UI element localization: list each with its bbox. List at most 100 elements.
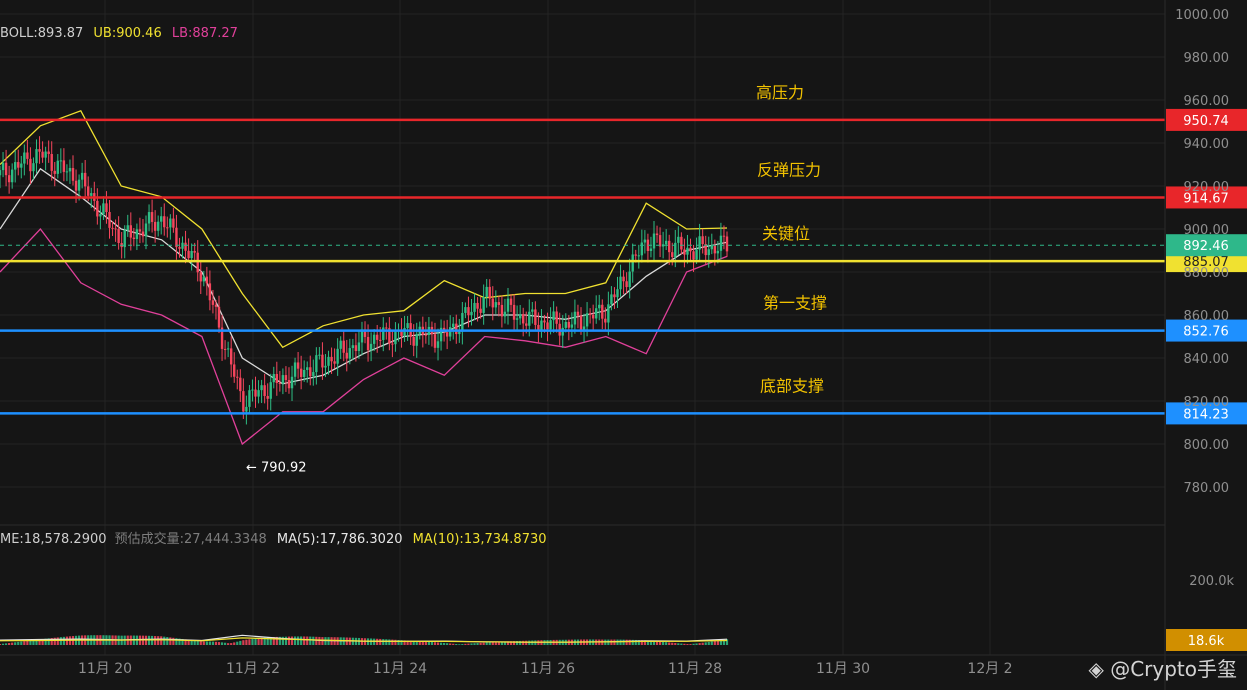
volume-bar <box>26 640 29 645</box>
candle-body <box>132 237 136 240</box>
candle-body <box>278 382 282 384</box>
candle-body <box>275 374 279 383</box>
volume-bar <box>628 639 631 645</box>
candle-body <box>604 318 607 323</box>
volume-bar <box>683 643 686 645</box>
volume-bar <box>196 640 199 645</box>
volume-bar <box>233 642 236 645</box>
volume-bar <box>169 637 172 645</box>
candle-body <box>598 304 601 309</box>
candle-body <box>716 250 720 254</box>
volume-bar <box>59 637 62 645</box>
price-tick-label: 920.00 <box>1184 180 1230 195</box>
candle-body <box>625 281 628 288</box>
candle-body <box>7 175 11 183</box>
candle-body <box>515 318 519 320</box>
price-tick-label: 840.00 <box>1184 352 1230 367</box>
candle-body <box>10 169 14 183</box>
volume-bar <box>689 644 692 645</box>
candle-body <box>549 320 552 330</box>
volume-bar <box>245 639 248 645</box>
volume-bar <box>671 642 674 645</box>
date-tick-label: 11月 20 <box>78 661 132 677</box>
candle-body <box>71 168 75 181</box>
date-tick-label: 12月 2 <box>967 661 1012 677</box>
price-tick-label: 780.00 <box>1184 481 1230 496</box>
candle-body <box>269 382 272 399</box>
candle-body <box>111 227 114 229</box>
candle-body <box>369 343 373 351</box>
volume-bar <box>62 636 65 645</box>
candle-body <box>668 240 671 253</box>
volume-bar <box>318 636 321 645</box>
volume-legend: ME:18,578.2900 预估成交量:27,444.3348 MA(5):1… <box>0 528 547 547</box>
candle-body <box>284 375 288 381</box>
candle-body <box>102 203 105 214</box>
candle-body <box>695 249 698 260</box>
volume-bar <box>284 636 288 645</box>
candle-body <box>591 314 595 319</box>
candle-body <box>467 307 470 316</box>
candle-body <box>147 212 151 224</box>
candle-body <box>153 221 157 231</box>
candle-body <box>573 311 577 325</box>
estimated-volume: 预估成交量:27,444.3348 <box>114 532 267 547</box>
candle-body <box>461 312 464 332</box>
volume-bar <box>20 641 23 645</box>
volume-bar <box>436 642 440 645</box>
candle-body <box>217 306 221 328</box>
volume-bar <box>8 642 11 645</box>
candle-body <box>485 286 488 298</box>
volume-bar <box>379 638 382 645</box>
candle-body <box>482 297 485 313</box>
volume-tick-label: 200.0k <box>1189 574 1234 589</box>
boll-value: BOLL:893.87 <box>0 26 84 41</box>
candle-body <box>175 227 178 248</box>
volume-bar <box>309 636 312 645</box>
volume-bar <box>662 641 665 645</box>
candle-body <box>229 348 233 365</box>
volume-bar <box>522 640 525 645</box>
candle-body <box>671 252 674 257</box>
chart-canvas[interactable]: ← 790.92 高压力950.74反弹压力914.67关键位885.07第一支… <box>0 0 1247 690</box>
candle-body <box>613 294 616 298</box>
price-tick-label: 860.00 <box>1184 309 1230 324</box>
candle-body <box>65 171 69 173</box>
candle-body <box>4 162 8 176</box>
candle-body <box>287 380 291 389</box>
candle-body <box>77 179 81 191</box>
volume-bar <box>297 636 300 645</box>
candle-body <box>403 328 406 336</box>
candle-body <box>391 343 394 345</box>
volume-bar <box>293 636 297 645</box>
candle-body <box>683 249 686 255</box>
candle-body <box>680 236 683 250</box>
volume-bar <box>710 641 713 645</box>
volume-bar <box>160 636 163 645</box>
candle-body <box>318 354 321 356</box>
candle-body <box>567 321 571 328</box>
volume-bar <box>446 643 449 645</box>
candle-body <box>169 218 172 228</box>
candle-body <box>68 168 72 172</box>
volume-value: ME:18,578.2900 <box>0 532 107 547</box>
price-tick-label: 960.00 <box>1184 94 1230 109</box>
volume-bar <box>154 636 157 645</box>
candle-body <box>637 255 640 257</box>
candle-body <box>543 320 546 323</box>
current-volume-tag-text: 18.6k <box>1188 634 1225 649</box>
candle-body <box>281 375 285 384</box>
candle-body <box>1 162 5 171</box>
candle-body <box>184 242 187 251</box>
candle-body <box>372 334 376 344</box>
volume-bar <box>439 642 443 645</box>
candle-body <box>354 345 358 351</box>
volume-bar <box>239 640 242 645</box>
candle-body <box>607 304 610 323</box>
candle-body <box>196 252 199 273</box>
volume-bar <box>658 641 662 645</box>
volume-bar <box>211 641 215 645</box>
candle-body <box>601 304 604 319</box>
volume-bar <box>205 641 208 645</box>
level-name-label: 高压力 <box>756 83 804 102</box>
